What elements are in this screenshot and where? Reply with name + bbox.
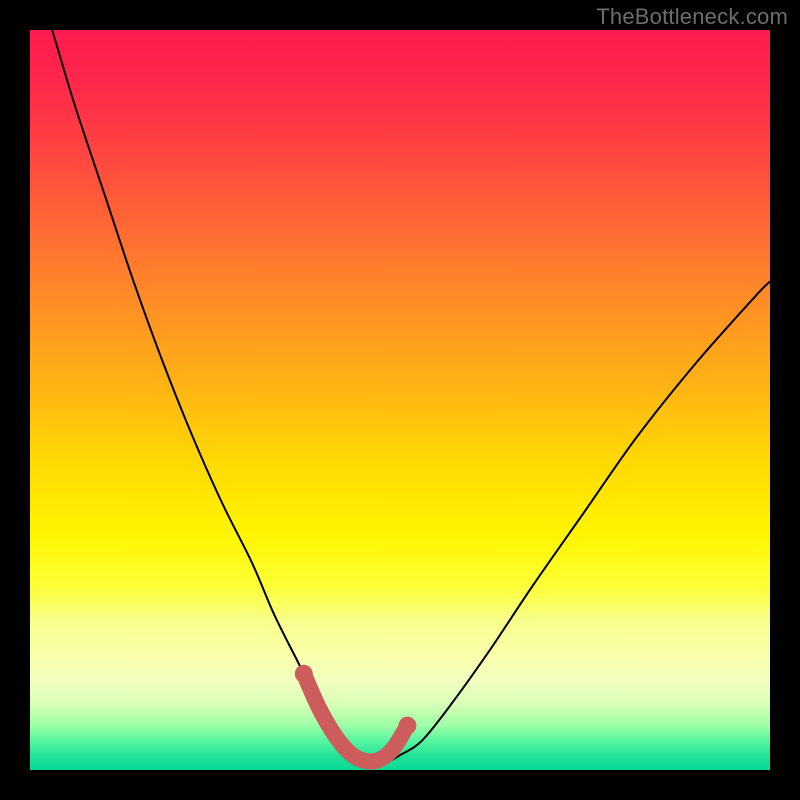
highlight-segment xyxy=(304,674,408,762)
watermark-text: TheBottleneck.com xyxy=(596,4,788,30)
plot-area xyxy=(30,30,770,770)
bottleneck-curve xyxy=(52,30,770,764)
chart-container: TheBottleneck.com xyxy=(0,0,800,800)
highlight-start-dot xyxy=(295,665,313,683)
highlight-end-dot xyxy=(398,717,416,735)
curve-svg xyxy=(30,30,770,770)
